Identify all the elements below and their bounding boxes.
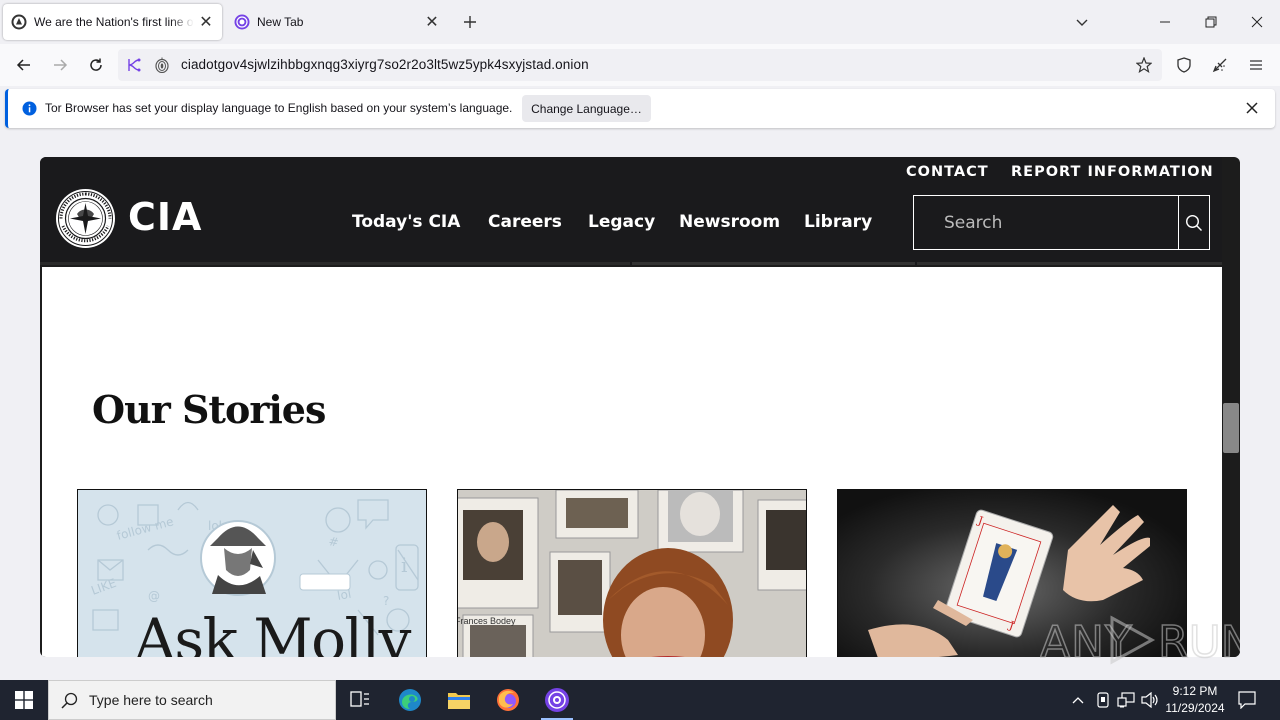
taskbar-clock[interactable]: 9:12 PM 11/29/2024 [1160,683,1230,717]
shield-icon[interactable] [1170,51,1198,79]
windows-start-icon[interactable] [0,680,48,720]
network-icon[interactable] [1116,690,1136,710]
header-divider [917,262,1222,265]
clock-time: 9:12 PM [1172,684,1218,698]
cia-favicon-icon [11,14,27,30]
main-content: Our Stories follow me lol# LIKE@ lol? [42,267,1222,657]
tray-device-icon[interactable] [1093,690,1113,710]
contact-link[interactable]: CONTACT [906,164,989,180]
windows-taskbar: Type here to search 9:12 PM 11/29/2024 [0,680,1280,720]
tor-browser-taskbar-icon[interactable] [533,680,581,720]
close-tab-icon[interactable]: ✕ [194,10,218,34]
forward-arrow-icon[interactable] [46,51,74,79]
close-tab-icon[interactable]: ✕ [420,10,444,34]
search-icon [61,692,78,714]
close-notification-icon[interactable] [1241,97,1263,119]
nav-newsroom[interactable]: Newsroom [679,212,780,232]
show-hidden-icons-chevron-icon[interactable] [1068,690,1088,710]
file-explorer-icon[interactable] [435,680,483,720]
site-search [913,195,1210,250]
taskbar-search-placeholder: Type here to search [89,692,213,708]
cia-seal-logo[interactable] [55,188,116,249]
clock-date: 11/29/2024 [1165,701,1225,715]
tor-circuit-icon[interactable] [126,57,142,78]
tab-title: New Tab [257,15,304,29]
cia-wordmark[interactable]: CIA [128,195,202,239]
svg-text:i: i [401,553,407,577]
svg-text:RUN: RUN [1158,617,1240,668]
story-card-photo-wall[interactable]: Frances Bodey [457,489,807,657]
edge-browser-icon[interactable] [386,680,434,720]
tab-new-tab[interactable]: New Tab ✕ [226,4,448,40]
url-bar[interactable]: ciadotgov4sjwlzihbbgxnqg3xiyrg7so2r2o3lt… [118,49,1162,81]
navigation-toolbar: ciadotgov4sjwlzihbbgxnqg3xiyrg7so2r2o3lt… [0,44,1280,86]
change-language-button[interactable]: Change Language… [522,95,651,122]
svg-text:LIKE: LIKE [89,576,118,598]
list-all-tabs-chevron-icon[interactable] [1068,8,1096,36]
reload-icon[interactable] [82,51,110,79]
notifications-icon[interactable] [1237,690,1257,710]
nav-library[interactable]: Library [804,212,872,232]
nav-todays-cia[interactable]: Today's CIA [352,212,460,232]
info-icon [22,101,37,121]
volume-icon[interactable] [1140,690,1160,710]
tor-favicon-icon [234,14,250,30]
close-window-icon[interactable] [1243,8,1271,36]
minimize-icon[interactable] [1151,8,1179,36]
page-scrollbar[interactable] [1222,265,1240,657]
restore-icon[interactable] [1197,8,1225,36]
photo-wall-image [458,490,806,657]
new-identity-broom-icon[interactable] [1206,51,1234,79]
page-viewport: CONTACT REPORT INFORMATION CIA Today's C… [40,157,1240,657]
card-title: Ask Molly [134,606,411,657]
firefox-icon[interactable] [484,680,532,720]
svg-text:ANY: ANY [1040,617,1133,668]
new-tab-plus-icon[interactable] [458,10,482,34]
photo-caption: Frances Bodey [457,616,516,626]
anyrun-watermark-logo: ANY RUN [1039,610,1254,670]
url-text[interactable]: ciadotgov4sjwlzihbbgxnqg3xiyrg7so2r2o3lt… [181,57,589,72]
search-icon[interactable] [1178,196,1209,249]
story-card-ask-molly[interactable]: follow me lol # LIKE @ lol? i Ask Molly [77,489,427,657]
task-view-icon[interactable] [336,680,384,720]
hamburger-menu-icon[interactable] [1242,51,1270,79]
bookmark-star-icon[interactable] [1135,56,1153,78]
site-header: CONTACT REPORT INFORMATION CIA Today's C… [40,157,1222,265]
taskbar-search-box[interactable]: Type here to search [48,680,336,720]
header-divider [632,262,915,265]
tab-strip: We are the Nation's first line of ✕ New … [0,0,1280,44]
notification-message: Tor Browser has set your display languag… [45,101,513,115]
back-arrow-icon[interactable] [10,51,38,79]
nav-legacy[interactable]: Legacy [588,212,655,232]
tab-title: We are the Nation's first line of [34,15,194,29]
report-information-link[interactable]: REPORT INFORMATION [1011,164,1214,180]
section-title: Our Stories [92,387,326,432]
svg-text:@: @ [148,589,160,603]
svg-text:follow me: follow me [115,514,175,543]
scrollbar-thumb[interactable] [1223,403,1239,453]
language-notification-bar: Tor Browser has set your display languag… [5,89,1275,128]
svg-text:#: # [327,534,339,550]
nav-careers[interactable]: Careers [488,212,562,232]
site-search-input[interactable] [914,196,1179,249]
header-divider [40,262,630,265]
tab-cia[interactable]: We are the Nation's first line of ✕ [3,4,222,40]
onion-icon[interactable] [155,57,169,78]
